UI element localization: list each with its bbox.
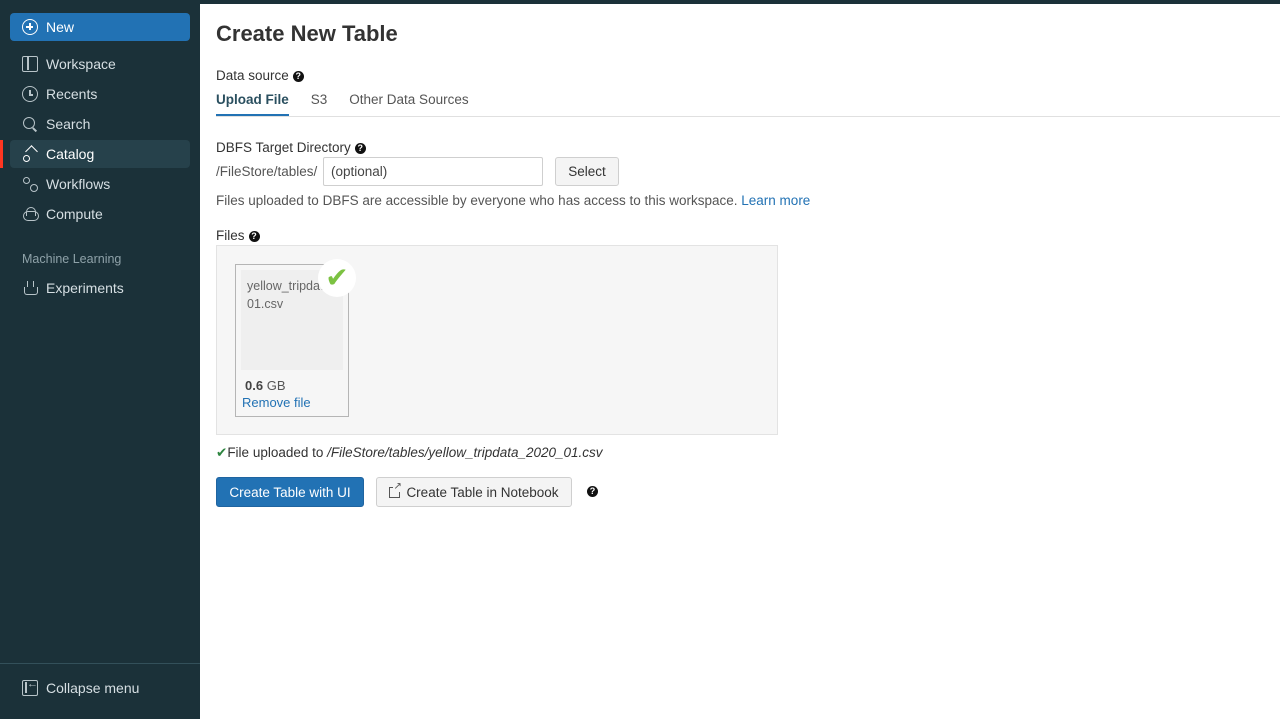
select-directory-button[interactable]: Select: [555, 157, 619, 186]
collapse-menu-label: Collapse menu: [46, 680, 140, 696]
tab-upload-file[interactable]: Upload File: [216, 92, 289, 117]
plus-circle-icon: [22, 19, 38, 35]
upload-path: /FileStore/tables/yellow_tripdata_2020_0…: [327, 445, 603, 460]
active-indicator: [0, 140, 3, 168]
sidebar-divider: [0, 663, 200, 664]
sidebar-item-experiments[interactable]: Experiments: [10, 274, 190, 302]
sidebar-item-label: Catalog: [46, 146, 95, 162]
search-icon: [22, 116, 38, 132]
sidebar-item-label: Compute: [46, 206, 103, 222]
flask-icon: [22, 280, 38, 296]
data-source-text: Data source: [216, 68, 289, 83]
cloud-icon: [22, 206, 39, 222]
file-dropzone[interactable]: yellow_tripda… 01.csv ✔ 0.6 GB Remove fi…: [216, 245, 778, 435]
clock-icon: [22, 86, 38, 102]
sidebar-item-catalog[interactable]: Catalog: [10, 140, 190, 168]
sidebar-item-recents[interactable]: Recents: [10, 80, 190, 108]
sidebar-item-search[interactable]: Search: [10, 110, 190, 138]
uploaded-file-card: yellow_tripda… 01.csv ✔ 0.6 GB Remove fi…: [235, 259, 356, 417]
remove-file-link[interactable]: Remove file: [242, 395, 311, 410]
catalog-icon: [22, 146, 38, 162]
collapse-menu-button[interactable]: Collapse menu: [10, 674, 190, 702]
upload-success-check-icon: ✔: [318, 259, 356, 297]
help-icon[interactable]: ?: [354, 143, 366, 154]
main-content: Create New Table Data source? Upload Fil…: [200, 4, 1280, 719]
upload-message-prefix: File uploaded to: [227, 445, 328, 460]
sidebar-item-label: Experiments: [46, 280, 124, 296]
upload-status-message: ✔File uploaded to /FileStore/tables/yell…: [216, 445, 603, 461]
help-icon[interactable]: ?: [587, 486, 598, 497]
page-title: Create New Table: [216, 21, 398, 46]
help-icon[interactable]: ?: [292, 71, 304, 82]
file-size: 0.6 GB: [245, 378, 286, 393]
tabs-divider: [216, 116, 1280, 117]
create-table-ui-label: Create Table with UI: [229, 484, 351, 500]
sidebar-item-workflows[interactable]: Workflows: [10, 170, 190, 198]
learn-more-link[interactable]: Learn more: [741, 193, 810, 208]
dbfs-info-text: Files uploaded to DBFS are accessible by…: [216, 193, 810, 208]
file-size-unit: GB: [266, 378, 286, 393]
dbfs-directory-input[interactable]: [323, 157, 543, 186]
files-text: Files: [216, 228, 245, 243]
external-link-icon: [389, 481, 402, 498]
data-source-label: Data source?: [216, 68, 304, 83]
dbfs-info-message: Files uploaded to DBFS are accessible by…: [216, 193, 738, 208]
dbfs-path-prefix: /FileStore/tables/: [216, 164, 318, 179]
sidebar: New Workspace Recents Search Catalog Wor…: [0, 4, 200, 719]
new-button-label: New: [46, 19, 75, 35]
data-source-tabs: Upload File S3 Other Data Sources: [216, 92, 491, 117]
files-label: Files?: [216, 228, 260, 243]
sidebar-item-label: Workspace: [46, 56, 116, 72]
file-size-value: 0.6: [245, 378, 264, 393]
sidebar-item-label: Search: [46, 116, 91, 132]
create-table-ui-button[interactable]: Create Table with UI: [216, 477, 364, 507]
workspace-icon: [22, 56, 38, 72]
dbfs-target-text: DBFS Target Directory: [216, 140, 351, 155]
dbfs-target-label: DBFS Target Directory?: [216, 140, 366, 155]
sidebar-item-compute[interactable]: Compute: [10, 200, 190, 228]
help-icon[interactable]: ?: [248, 231, 260, 242]
workflows-icon: [22, 176, 38, 192]
new-button[interactable]: New: [10, 13, 190, 41]
check-icon: ✔: [216, 445, 228, 460]
collapse-icon: [22, 678, 38, 696]
sidebar-item-label: Recents: [46, 86, 98, 102]
sidebar-item-workspace[interactable]: Workspace: [10, 50, 190, 78]
section-label-machine-learning: Machine Learning: [22, 252, 122, 266]
tab-other-data-sources[interactable]: Other Data Sources: [349, 92, 468, 117]
sidebar-item-label: Workflows: [46, 176, 111, 192]
create-table-notebook-label: Create Table in Notebook: [406, 484, 559, 500]
tab-s3[interactable]: S3: [311, 92, 328, 117]
create-table-notebook-button[interactable]: Create Table in Notebook: [376, 477, 572, 507]
